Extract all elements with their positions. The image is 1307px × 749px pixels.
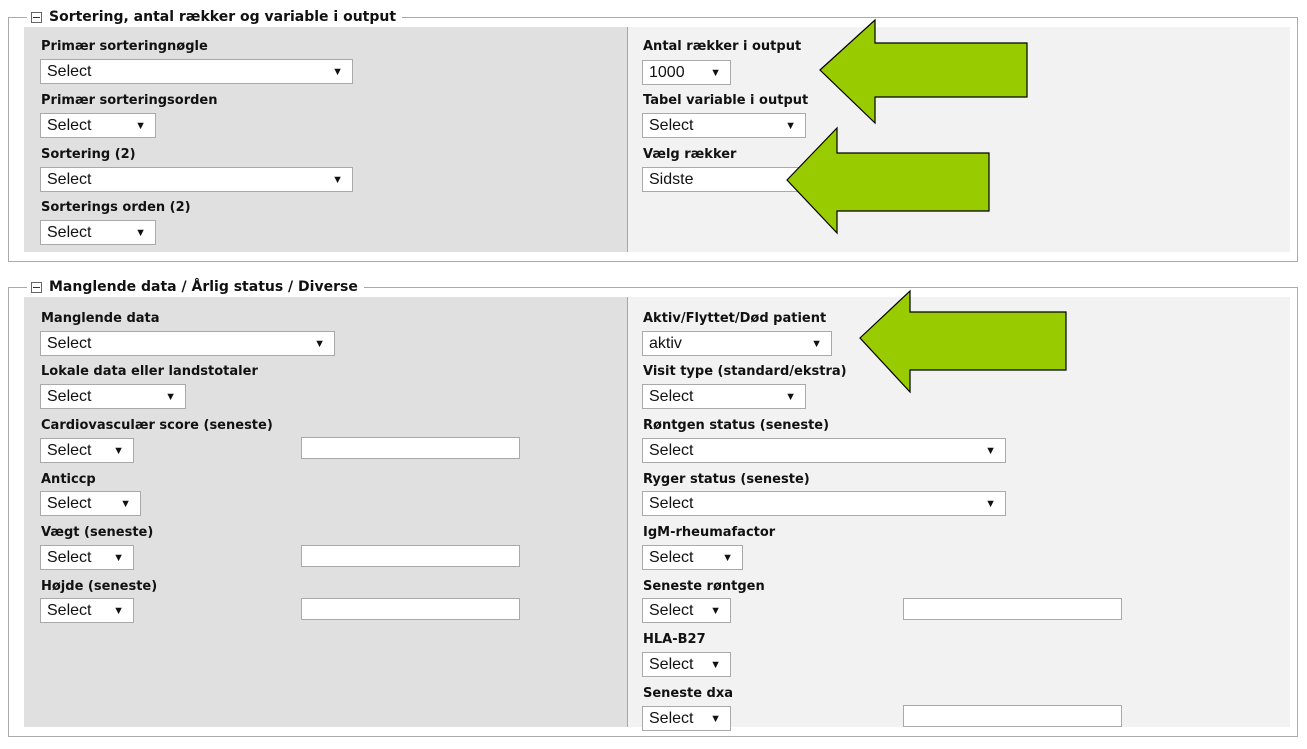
missing-data-section-title: Manglende data / Årlig status / Diverse — [49, 279, 358, 295]
collapse-icon[interactable] — [31, 281, 42, 293]
chevron-down-icon: ▼ — [985, 445, 996, 457]
select-value: Select — [47, 442, 92, 459]
chevron-down-icon: ▼ — [113, 605, 124, 617]
select-value: Select — [47, 117, 92, 134]
select-value: Select — [47, 63, 92, 80]
sort2-label: Sortering (2) — [41, 147, 136, 162]
latest-dxa-label: Seneste dxa — [643, 686, 734, 701]
primary-sort-order-label: Primær sorteringsorden — [41, 93, 218, 108]
chevron-down-icon: ▼ — [710, 67, 721, 79]
latest-xray-label: Seneste røntgen — [643, 579, 765, 594]
height-label: Højde (seneste) — [41, 579, 158, 594]
sorting-section-title: Sortering, antal rækker og variable i ou… — [49, 9, 397, 25]
chevron-down-icon: ▼ — [332, 174, 343, 186]
weight-select[interactable]: Select ▼ — [40, 545, 134, 570]
sort2-select[interactable]: Select ▼ — [40, 167, 353, 192]
select-value: Select — [649, 117, 694, 134]
visit-type-select[interactable]: Select ▼ — [642, 384, 806, 409]
weight-label: Vægt (seneste) — [41, 525, 154, 540]
xray-status-label: Røntgen status (seneste) — [643, 418, 830, 433]
local-data-label: Lokale data eller landstotaler — [41, 364, 258, 379]
smoker-status-label: Ryger status (seneste) — [643, 472, 810, 487]
weight-input[interactable] — [301, 545, 520, 567]
chevron-down-icon: ▼ — [811, 338, 822, 350]
select-value: Select — [47, 602, 92, 619]
chevron-down-icon: ▼ — [113, 445, 124, 457]
select-value: Select — [47, 335, 92, 352]
sort-order2-label: Sorterings orden (2) — [41, 200, 191, 215]
select-value: 1000 — [649, 64, 685, 81]
green-arrow-icon — [786, 126, 990, 235]
patient-status-label: Aktiv/Flyttet/Død patient — [643, 311, 827, 326]
select-value: Select — [649, 442, 694, 459]
height-select[interactable]: Select ▼ — [40, 598, 134, 623]
patient-status-select[interactable]: aktiv ▼ — [642, 331, 832, 356]
chevron-down-icon: ▼ — [165, 391, 176, 403]
chevron-down-icon: ▼ — [314, 338, 325, 350]
missing-data-select[interactable]: Select ▼ — [40, 331, 335, 356]
chevron-down-icon: ▼ — [722, 552, 733, 564]
chevron-down-icon: ▼ — [710, 659, 721, 671]
green-arrow-icon — [859, 289, 1067, 394]
latest-xray-select[interactable]: Select ▼ — [642, 598, 731, 623]
igm-select[interactable]: Select ▼ — [642, 545, 743, 570]
select-value: Select — [649, 710, 694, 727]
cardio-score-input[interactable] — [301, 437, 520, 459]
chevron-down-icon: ▼ — [710, 605, 721, 617]
hla-b27-label: HLA-B27 — [643, 632, 706, 647]
collapse-icon[interactable] — [31, 11, 42, 23]
select-value: Select — [649, 388, 694, 405]
chevron-down-icon: ▼ — [785, 391, 796, 403]
chevron-down-icon: ▼ — [332, 66, 343, 78]
select-value: Select — [47, 549, 92, 566]
select-value: Select — [649, 602, 694, 619]
select-value: Select — [649, 495, 694, 512]
primary-sort-key-select[interactable]: Select ▼ — [40, 59, 353, 84]
visit-type-label: Visit type (standard/ekstra) — [643, 364, 847, 379]
cardio-score-label: Cardiovasculær score (seneste) — [41, 418, 273, 433]
latest-dxa-select[interactable]: Select ▼ — [642, 706, 731, 731]
height-input[interactable] — [301, 598, 520, 620]
chevron-down-icon: ▼ — [985, 498, 996, 510]
anticcp-label: Anticcp — [41, 472, 96, 487]
sorting-legend[interactable]: Sortering, antal rækker og variable i ou… — [27, 9, 403, 25]
hla-b27-select[interactable]: Select ▼ — [642, 652, 731, 677]
select-value: Select — [649, 549, 694, 566]
cardio-score-select[interactable]: Select ▼ — [40, 438, 134, 463]
chevron-down-icon: ▼ — [120, 498, 131, 510]
chevron-down-icon: ▼ — [710, 713, 721, 725]
select-value: Select — [649, 656, 694, 673]
select-value: Select — [47, 388, 92, 405]
latest-xray-input[interactable] — [903, 598, 1122, 620]
rows-output-label: Antal rækker i output — [643, 39, 802, 54]
local-data-select[interactable]: Select ▼ — [40, 384, 186, 409]
select-value: Select — [47, 495, 92, 512]
choose-rows-label: Vælg rækker — [643, 147, 737, 162]
green-arrow-icon — [819, 18, 1028, 125]
chevron-down-icon: ▼ — [113, 552, 124, 564]
sort-order2-select[interactable]: Select ▼ — [40, 220, 156, 245]
table-vars-label: Tabel variable i output — [643, 93, 809, 108]
chevron-down-icon: ▼ — [135, 120, 146, 132]
anticcp-select[interactable]: Select ▼ — [40, 491, 141, 516]
select-value: Select — [47, 171, 92, 188]
latest-dxa-input[interactable] — [903, 705, 1122, 727]
select-value: Select — [47, 224, 92, 241]
select-value: aktiv — [649, 335, 682, 352]
xray-status-select[interactable]: Select ▼ — [642, 438, 1006, 463]
rows-output-select[interactable]: 1000 ▼ — [642, 60, 731, 85]
primary-sort-key-label: Primær sorteringnøgle — [41, 39, 208, 54]
select-value: Sidste — [649, 171, 694, 188]
missing-data-label: Manglende data — [41, 311, 160, 326]
chevron-down-icon: ▼ — [135, 227, 146, 239]
primary-sort-order-select[interactable]: Select ▼ — [40, 113, 156, 138]
igm-label: IgM-rheumafactor — [643, 525, 776, 540]
smoker-status-select[interactable]: Select ▼ — [642, 491, 1006, 516]
missing-data-legend[interactable]: Manglende data / Årlig status / Diverse — [27, 279, 364, 295]
